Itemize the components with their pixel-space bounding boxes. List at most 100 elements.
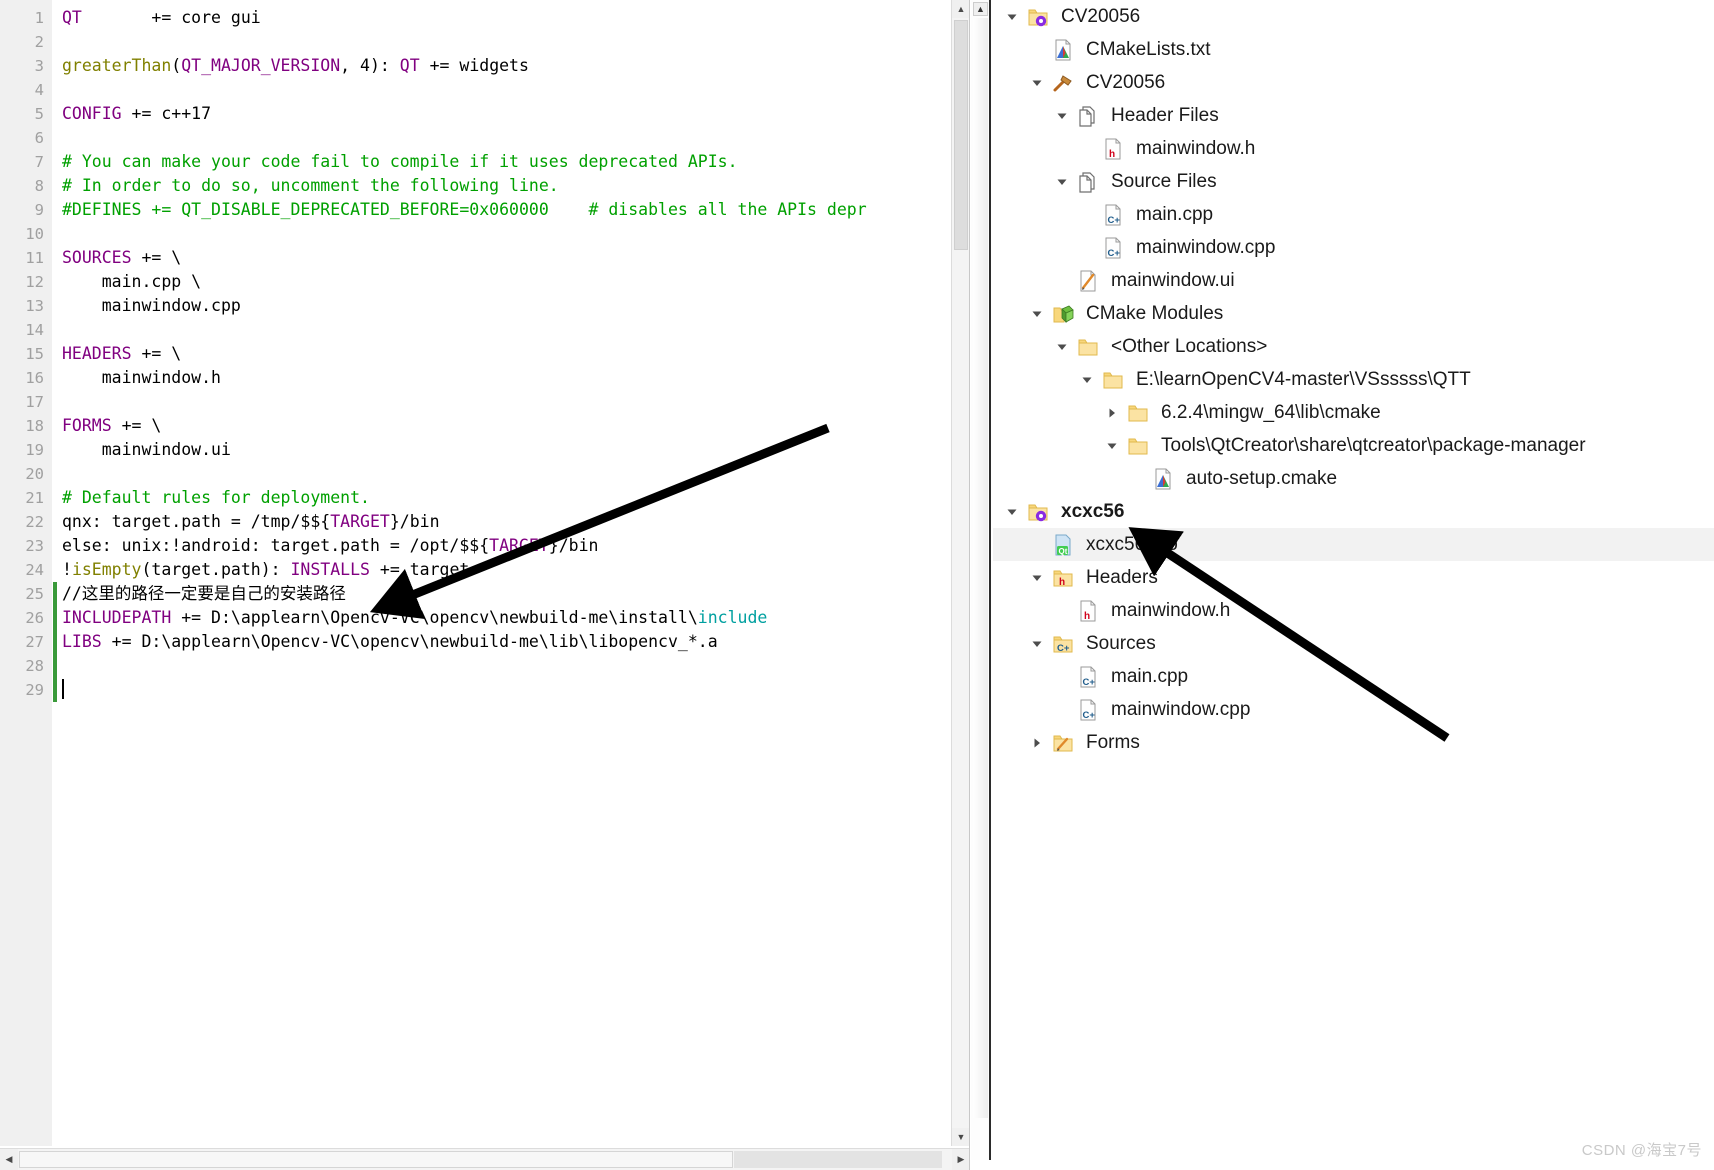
code-line[interactable]: 26 INCLUDEPATH += D:\applearn\Opencv-VC\o… bbox=[0, 606, 952, 630]
code-line[interactable]: 22 qnx: target.path = /tmp/$${TARGET}/bin bbox=[0, 510, 952, 534]
tree-row[interactable]: mainwindow.ui bbox=[993, 264, 1714, 297]
code-line[interactable]: 29 bbox=[0, 678, 952, 702]
code-line[interactable]: 4 bbox=[0, 78, 952, 102]
line-number: 16 bbox=[25, 369, 44, 387]
tree-row[interactable]: Header Files bbox=[993, 99, 1714, 132]
code-line[interactable]: 18 FORMS += \ bbox=[0, 414, 952, 438]
file-group-icon bbox=[1073, 165, 1103, 198]
tree-row[interactable]: auto-setup.cmake bbox=[993, 462, 1714, 495]
code-line[interactable]: 16 mainwindow.h bbox=[0, 366, 952, 390]
tree-row[interactable]: Qt xcxc56.pro bbox=[993, 528, 1714, 561]
tree-row[interactable]: CV20056 bbox=[993, 66, 1714, 99]
tree-row[interactable]: Forms bbox=[993, 726, 1714, 759]
tree-row[interactable]: h mainwindow.h bbox=[993, 132, 1714, 165]
chevron-down-icon[interactable] bbox=[1001, 0, 1023, 33]
chevron-down-icon[interactable] bbox=[1051, 99, 1073, 132]
code-text-area[interactable]: 1 QT += core gui 2 3 greaterThan(QT_MAJOR_VE… bbox=[0, 0, 952, 1146]
tree-row[interactable]: C+ main.cpp bbox=[993, 660, 1714, 693]
code-line[interactable]: 19 mainwindow.ui bbox=[0, 438, 952, 462]
code-line[interactable]: 2 bbox=[0, 30, 952, 54]
code-line[interactable]: 21 # Default rules for deployment. bbox=[0, 486, 952, 510]
tree-row[interactable]: C+ Sources bbox=[993, 627, 1714, 660]
code-line[interactable]: 20 bbox=[0, 462, 952, 486]
code-line[interactable]: 11 SOURCES += \ bbox=[0, 246, 952, 270]
editor-horizontal-scrollbar[interactable]: ◀ ▶ bbox=[0, 1148, 969, 1170]
code-line[interactable]: 8 # In order to do so, uncomment the foll… bbox=[0, 174, 952, 198]
chevron-down-icon[interactable] bbox=[1051, 165, 1073, 198]
scroll-left-arrow-icon[interactable]: ◀ bbox=[0, 1149, 18, 1170]
line-number: 21 bbox=[25, 489, 44, 507]
editor-horizontal-scroll-thumb[interactable] bbox=[19, 1151, 733, 1168]
code-token: #DEFINES += QT_DISABLE_DEPRECATED_BEFORE… bbox=[62, 200, 549, 219]
tree-row[interactable]: E:\learnOpenCV4-master\VSsssss\QTT bbox=[993, 363, 1714, 396]
code-line[interactable]: 25 //这里的路径一定要是自己的安装路径 bbox=[0, 582, 952, 606]
code-line[interactable]: 6 bbox=[0, 126, 952, 150]
scroll-up-arrow-icon[interactable]: ▲ bbox=[952, 0, 969, 18]
code-line[interactable]: 12 main.cpp \ bbox=[0, 270, 952, 294]
code-line[interactable]: 28 bbox=[0, 654, 952, 678]
line-number: 5 bbox=[34, 105, 44, 123]
line-number: 1 bbox=[34, 9, 44, 27]
tree-row[interactable]: C+ main.cpp bbox=[993, 198, 1714, 231]
project-tree-rows[interactable]: CV20056 CMakeLists.txt CV20056 Header Files… bbox=[993, 0, 1714, 759]
modified-line-marker bbox=[53, 654, 57, 678]
editor-horizontal-scroll-track[interactable] bbox=[734, 1151, 942, 1168]
tree-row[interactable]: 6.2.4\mingw_64\lib\cmake bbox=[993, 396, 1714, 429]
editor-vertical-scroll-thumb[interactable] bbox=[954, 20, 968, 250]
code-token: CONFIG bbox=[62, 104, 122, 123]
tree-row[interactable]: <Other Locations> bbox=[993, 330, 1714, 363]
code-line[interactable]: 24 !isEmpty(target.path): INSTALLS += tar… bbox=[0, 558, 952, 582]
editor-vertical-scrollbar[interactable]: ▲ ▼ bbox=[951, 0, 969, 1146]
tree-row-label: xcxc56 bbox=[1061, 500, 1125, 522]
code-line[interactable]: 10 bbox=[0, 222, 952, 246]
code-line[interactable]: 14 bbox=[0, 318, 952, 342]
code-line[interactable]: 9 #DEFINES += QT_DISABLE_DEPRECATED_BEFOR… bbox=[0, 198, 952, 222]
tree-scroll-up-arrow-icon[interactable]: ▲ bbox=[973, 2, 988, 16]
code-line[interactable]: 15 HEADERS += \ bbox=[0, 342, 952, 366]
code-line[interactable]: 5 CONFIG += c++17 bbox=[0, 102, 952, 126]
code-token: += \ bbox=[131, 248, 182, 267]
code-line[interactable]: 17 bbox=[0, 390, 952, 414]
chevron-down-icon[interactable] bbox=[1026, 627, 1048, 660]
code-line[interactable]: 23 else: unix:!android: target.path = /op… bbox=[0, 534, 952, 558]
tree-row[interactable]: Source Files bbox=[993, 165, 1714, 198]
scroll-right-arrow-icon[interactable]: ▶ bbox=[952, 1149, 969, 1170]
tree-vertical-scrollbar[interactable]: ▲ bbox=[971, 0, 991, 1160]
tree-row[interactable]: C+ mainwindow.cpp bbox=[993, 231, 1714, 264]
modified-line-marker bbox=[53, 582, 57, 606]
tree-row[interactable]: Tools\QtCreator\share\qtcreator\package-… bbox=[993, 429, 1714, 462]
code-token: QT bbox=[62, 8, 82, 27]
chevron-down-icon[interactable] bbox=[1026, 66, 1048, 99]
line-number: 2 bbox=[34, 33, 44, 51]
code-line[interactable]: 13 mainwindow.cpp bbox=[0, 294, 952, 318]
chevron-down-icon[interactable] bbox=[1076, 363, 1098, 396]
code-line-text: main.cpp \ bbox=[62, 270, 201, 294]
tree-row[interactable]: CV20056 bbox=[993, 0, 1714, 33]
chevron-right-icon[interactable] bbox=[1026, 726, 1048, 759]
tree-row[interactable]: C+ mainwindow.cpp bbox=[993, 693, 1714, 726]
tree-row-label: xcxc56.pro bbox=[1086, 533, 1178, 555]
tree-scroll-track[interactable] bbox=[973, 18, 988, 1118]
code-line[interactable]: 7 # You can make your code fail to compil… bbox=[0, 150, 952, 174]
line-number: 9 bbox=[34, 201, 44, 219]
chevron-down-icon[interactable] bbox=[1051, 330, 1073, 363]
chevron-down-icon[interactable] bbox=[1001, 495, 1023, 528]
tree-row[interactable]: h Headers bbox=[993, 561, 1714, 594]
code-token: qnx: target.path = /tmp/$${ bbox=[62, 512, 331, 531]
svg-text:h: h bbox=[1109, 149, 1115, 160]
tree-row[interactable]: CMakeLists.txt bbox=[993, 33, 1714, 66]
tree-row-label: CV20056 bbox=[1086, 71, 1166, 93]
chevron-right-icon[interactable] bbox=[1101, 396, 1123, 429]
tree-row-label: auto-setup.cmake bbox=[1186, 467, 1338, 489]
code-line[interactable]: 27 LIBS += D:\applearn\Opencv-VC\opencv\n… bbox=[0, 630, 952, 654]
tree-row[interactable]: xcxc56 bbox=[993, 495, 1714, 528]
code-lines[interactable]: 1 QT += core gui 2 3 greaterThan(QT_MAJOR_VE… bbox=[0, 6, 952, 702]
tree-row[interactable]: CMake Modules bbox=[993, 297, 1714, 330]
code-line[interactable]: 1 QT += core gui bbox=[0, 6, 952, 30]
scroll-down-arrow-icon[interactable]: ▼ bbox=[952, 1128, 969, 1146]
tree-row[interactable]: h mainwindow.h bbox=[993, 594, 1714, 627]
chevron-down-icon[interactable] bbox=[1026, 297, 1048, 330]
chevron-down-icon[interactable] bbox=[1101, 429, 1123, 462]
chevron-down-icon[interactable] bbox=[1026, 561, 1048, 594]
code-line[interactable]: 3 greaterThan(QT_MAJOR_VERSION, 4): QT +=… bbox=[0, 54, 952, 78]
